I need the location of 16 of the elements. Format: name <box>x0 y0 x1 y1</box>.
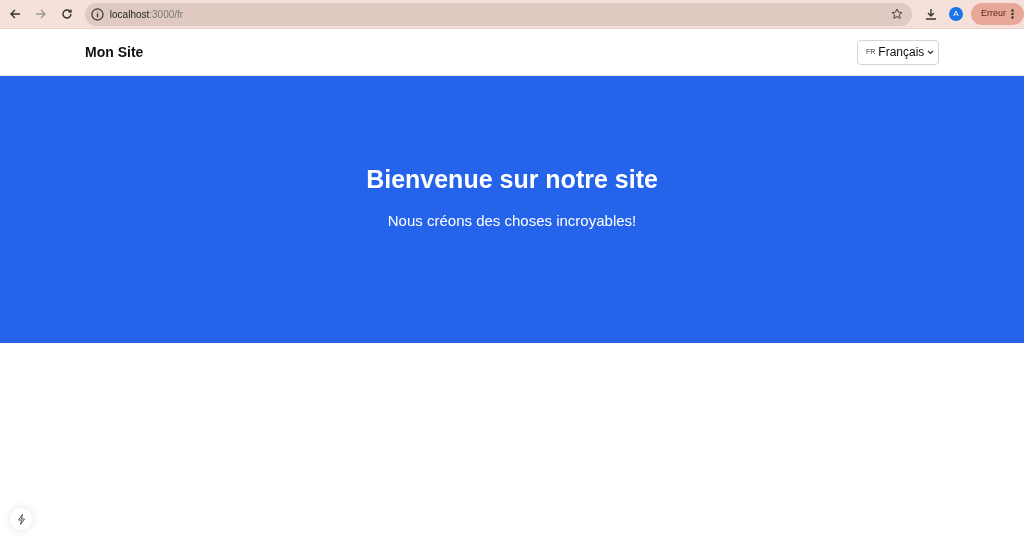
url-text: localhost:3000/fr <box>109 7 184 22</box>
download-icon[interactable] <box>925 8 938 20</box>
reload-icon[interactable] <box>60 8 73 20</box>
info-icon <box>90 7 104 21</box>
star-icon[interactable] <box>891 8 904 20</box>
hero-title: Bienvenue sur notre site <box>366 163 658 195</box>
caret-icon <box>927 49 935 55</box>
hero-subtitle: Nous créons des choses incroyables! <box>387 211 637 231</box>
site-logo[interactable]: Mon Site <box>85 41 144 63</box>
address-bar[interactable]: localhost:3000/fr <box>84 2 913 26</box>
error-button[interactable]: Erreur <box>971 3 1024 25</box>
more-icon <box>1011 9 1014 19</box>
dev-tools-button[interactable] <box>10 508 32 530</box>
back-icon[interactable] <box>9 8 21 20</box>
lightning-icon <box>16 513 26 525</box>
profile-avatar[interactable]: A <box>949 7 963 21</box>
